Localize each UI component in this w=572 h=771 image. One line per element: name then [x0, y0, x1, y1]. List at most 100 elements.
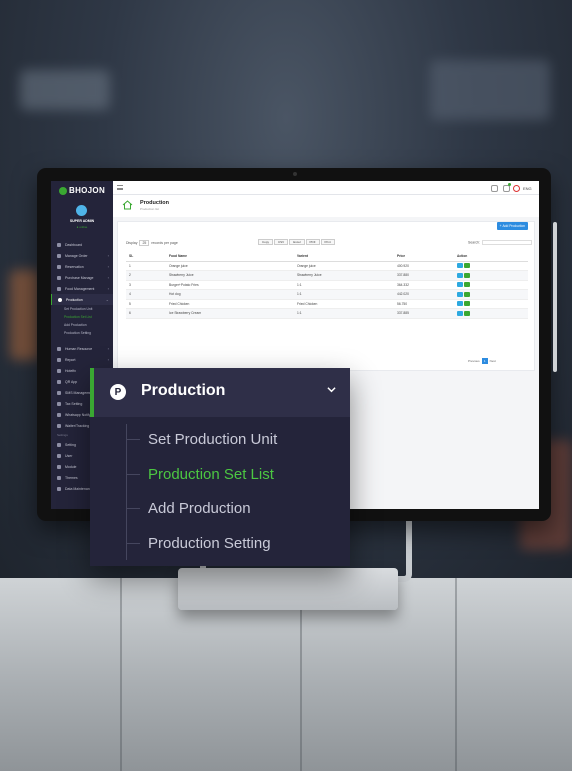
column-header-variant[interactable]: Varient	[294, 252, 394, 262]
sidebar-item-label: Whatsapp Notify	[65, 412, 91, 417]
pagination: Previous 1 Next	[468, 358, 496, 364]
view-icon[interactable]	[464, 310, 470, 316]
table-row: 4 Hot dog 1:1 442.020	[126, 289, 528, 300]
sidebar-item-production[interactable]: Production ⌄	[51, 294, 113, 305]
submenu-add-production[interactable]: Add Production	[51, 321, 113, 329]
dashboard-icon	[57, 242, 61, 247]
csv-button[interactable]: CSV	[274, 239, 289, 245]
submenu-set-production-unit[interactable]: Set Production Unit	[51, 305, 113, 313]
edit-icon[interactable]	[457, 282, 463, 288]
whatsapp-icon	[57, 412, 61, 417]
cell-sl: 5	[126, 299, 166, 309]
print-button[interactable]: Print	[320, 239, 335, 245]
cell-action	[454, 299, 528, 309]
submenu-production-setting[interactable]: Production Setting	[51, 329, 113, 337]
app-logo[interactable]: BHOJON	[59, 186, 105, 196]
edit-icon[interactable]	[457, 272, 463, 278]
submenu-production-set-list[interactable]: Production Set List	[126, 464, 274, 484]
sidebar-item-report[interactable]: Report ›	[51, 354, 113, 365]
sidebar-item-label: Module	[65, 464, 77, 469]
hotel-icon	[57, 368, 61, 373]
cell-action	[454, 261, 528, 271]
pdf-button[interactable]: PDF	[305, 239, 320, 245]
table-plank-gap	[120, 578, 122, 771]
sidebar-item-purchase[interactable]: Purchase Manage ›	[51, 272, 113, 283]
bell-icon[interactable]	[503, 185, 510, 192]
sidebar-item-label: Tax Setting	[65, 401, 83, 406]
production-menu-header[interactable]: P Production	[90, 368, 350, 417]
cell-variant: Orange juice	[294, 261, 394, 271]
sidebar-item-manage-order[interactable]: Manage Order ›	[51, 250, 113, 261]
view-icon[interactable]	[464, 263, 470, 269]
page-number-button[interactable]: 1	[481, 358, 488, 364]
cell-food-name: Ice Strawberry Cream	[166, 308, 294, 319]
cell-action	[454, 280, 528, 290]
next-page-button[interactable]: Next	[490, 359, 496, 363]
edit-icon[interactable]	[457, 301, 463, 307]
hamburger-menu-icon[interactable]	[117, 185, 123, 190]
production-icon: P	[110, 384, 126, 400]
production-table: SL Food Name Varient Price Action 1 Oran…	[126, 252, 528, 319]
page-subtitle: Production list	[140, 207, 159, 211]
view-icon[interactable]	[464, 291, 470, 297]
sidebar-item-label: Human Resource	[65, 346, 93, 351]
cell-price: 337.880	[394, 270, 454, 281]
chevron-right-icon: ›	[107, 346, 109, 351]
excel-button[interactable]: Excel	[289, 239, 305, 245]
submenu-production-set-list[interactable]: Production Set List	[51, 313, 113, 321]
previous-page-button[interactable]: Previous	[468, 359, 480, 363]
cell-food-name: Hot dog	[166, 289, 294, 300]
tree-connector	[126, 507, 140, 509]
sidebar-item-dashboard[interactable]: Dashboard	[51, 239, 113, 250]
database-icon	[57, 486, 61, 491]
user-name: SUPER ADMIN	[69, 219, 95, 223]
fullscreen-icon[interactable]	[491, 185, 498, 192]
edit-icon[interactable]	[457, 291, 463, 297]
sidebar-item-label: Food Management	[65, 286, 95, 291]
module-icon	[57, 464, 61, 469]
submenu-production-setting[interactable]: Production Setting	[126, 533, 271, 553]
page-length-select[interactable]: 25	[139, 240, 150, 246]
chevron-down-icon	[327, 387, 336, 393]
language-selector[interactable]: ENG	[523, 186, 532, 191]
logo-icon	[59, 186, 67, 195]
people-icon	[57, 346, 61, 351]
view-icon[interactable]	[464, 301, 470, 307]
tree-connector	[126, 473, 140, 475]
sidebar-item-reservation[interactable]: Reservation ›	[51, 261, 113, 272]
search-input[interactable]	[482, 240, 533, 245]
sidebar-item-label: Manage Order	[65, 253, 88, 258]
column-header-food-name[interactable]: Food Name	[166, 252, 294, 262]
cell-food-name: Burger+Potato Fries	[166, 280, 294, 290]
table-row: 2 Strawberry Juice Strawberry Juice 337.…	[126, 270, 528, 281]
bag-icon	[57, 275, 61, 280]
edit-icon[interactable]	[457, 263, 463, 269]
submenu-label: Production Set List	[148, 465, 274, 483]
production-menu-zoom: P Production Set Production Unit Product…	[90, 368, 350, 566]
view-icon[interactable]	[464, 272, 470, 278]
avatar[interactable]	[76, 205, 87, 216]
cell-sl: 1	[126, 261, 166, 271]
sidebar-item-food[interactable]: Food Management ›	[51, 283, 113, 294]
user-icon	[57, 453, 61, 458]
submenu-add-production[interactable]: Add Production	[126, 498, 251, 518]
cell-variant: Strawberry Juice	[294, 270, 394, 281]
column-header-sl[interactable]: SL	[126, 252, 166, 262]
submenu-label: Set Production Unit	[148, 430, 278, 448]
column-header-price[interactable]: Price	[394, 252, 454, 262]
camera-dot	[293, 172, 297, 176]
view-icon[interactable]	[464, 282, 470, 288]
cell-variant: Fried Chicken	[294, 299, 394, 309]
column-header-action: Action	[454, 252, 528, 262]
add-production-button[interactable]: + Add Production	[496, 222, 528, 230]
table-header-row: SL Food Name Varient Price Action	[126, 252, 528, 262]
sidebar-item-label: Reservation	[65, 264, 84, 269]
edit-icon[interactable]	[457, 310, 463, 316]
sidebar-item-label: Waiter/Tracking	[65, 423, 90, 428]
cell-variant: 1:1	[294, 280, 394, 290]
sidebar-item-human-resource[interactable]: Human Resource ›	[51, 343, 113, 354]
power-icon[interactable]	[513, 185, 520, 192]
submenu-set-production-unit[interactable]: Set Production Unit	[126, 429, 277, 449]
add-production-label: Add Production	[502, 224, 525, 228]
copy-button[interactable]: Copy	[258, 239, 274, 245]
